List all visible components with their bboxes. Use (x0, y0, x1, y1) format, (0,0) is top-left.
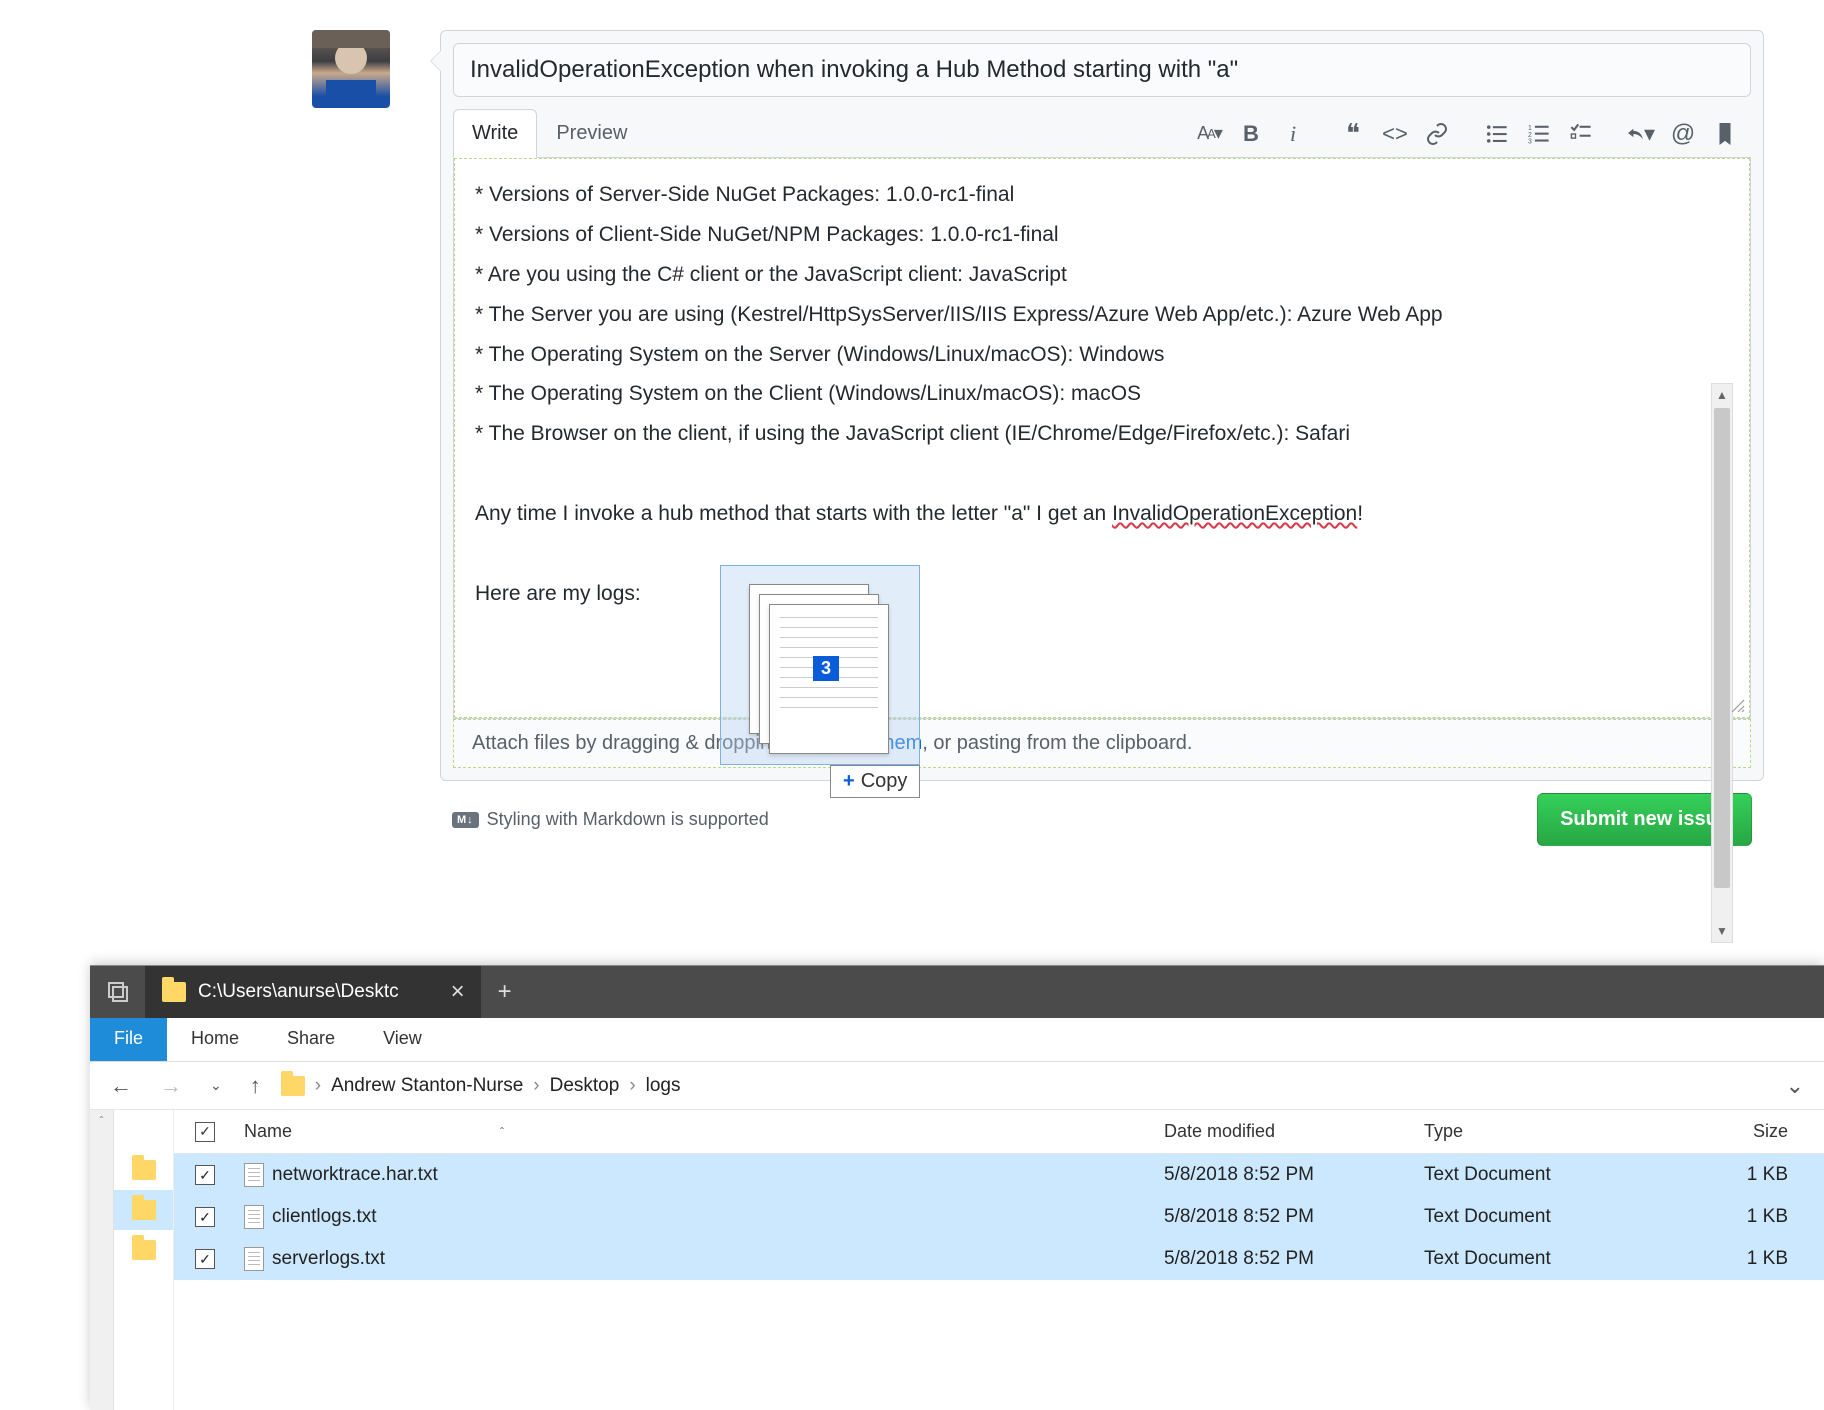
folder-icon (162, 982, 186, 1002)
italic-icon[interactable]: i (1279, 120, 1307, 148)
row-checkbox[interactable]: ✓ (195, 1165, 215, 1185)
text-document-icon (244, 1163, 264, 1187)
sort-ascending-icon: ˆ (500, 1125, 504, 1139)
column-header-type[interactable]: Type (1424, 1121, 1684, 1142)
breadcrumb-segment[interactable]: logs (646, 1075, 681, 1097)
address-bar[interactable]: › Andrew Stanton-Nurse › Desktop › logs (281, 1075, 681, 1097)
code-icon[interactable]: <> (1381, 120, 1409, 148)
svg-text:3: 3 (1528, 138, 1532, 144)
nav-forward-icon[interactable]: → (152, 1073, 190, 1099)
explorer-tab[interactable]: C:\Users\anurse\Desktc × (146, 966, 481, 1018)
file-row[interactable]: ✓ clientlogs.txt 5/8/2018 8:52 PM Text D… (174, 1196, 1824, 1238)
tree-item[interactable] (114, 1150, 173, 1190)
tab-write[interactable]: Write (453, 109, 537, 158)
explorer-multitask-icon[interactable] (90, 966, 146, 1018)
file-row[interactable]: ✓ networktrace.har.txt 5/8/2018 8:52 PM … (174, 1154, 1824, 1196)
chevron-right-icon[interactable]: › (315, 1075, 321, 1097)
github-issue-form: InvalidOperationException when invoking … (0, 0, 1824, 858)
breadcrumb-segment[interactable]: Andrew Stanton-Nurse (331, 1075, 523, 1097)
ordered-list-icon[interactable]: 123 (1525, 120, 1553, 148)
row-checkbox[interactable]: ✓ (195, 1207, 215, 1227)
resize-handle-icon[interactable] (1730, 698, 1746, 714)
select-files-link[interactable]: selecting them (793, 732, 922, 754)
quote-icon[interactable]: ❝ (1339, 120, 1367, 148)
file-row[interactable]: ✓ serverlogs.txt 5/8/2018 8:52 PM Text D… (174, 1238, 1824, 1280)
column-header-size[interactable]: Size (1684, 1121, 1824, 1142)
chevron-right-icon[interactable]: › (533, 1075, 539, 1097)
chevron-right-icon[interactable]: › (629, 1075, 635, 1097)
ribbon-view-tab[interactable]: View (359, 1018, 446, 1061)
file-explorer-window: C:\Users\anurse\Desktc × + File Home Sha… (90, 965, 1824, 1410)
tree-scrollbar[interactable]: ˆ (90, 1110, 114, 1410)
nav-back-icon[interactable]: ← (102, 1073, 140, 1099)
text-document-icon (244, 1205, 264, 1229)
spellcheck-underline: InvalidOperationException (1112, 502, 1357, 525)
column-header-name[interactable]: Nameˆ (236, 1121, 1164, 1142)
bookmark-icon[interactable] (1711, 120, 1739, 148)
vertical-scrollbar[interactable]: ▲▼ (1711, 383, 1733, 943)
select-all-checkbox[interactable]: ✓ (195, 1122, 215, 1142)
tree-item[interactable] (114, 1190, 173, 1230)
bold-icon[interactable]: B (1237, 120, 1265, 148)
issue-title-input[interactable]: InvalidOperationException when invoking … (453, 43, 1751, 97)
issue-body-textarea[interactable]: * Versions of Server-Side NuGet Packages… (454, 158, 1750, 718)
explorer-tree (114, 1110, 174, 1410)
mention-icon[interactable]: @ (1669, 120, 1697, 148)
tab-preview[interactable]: Preview (537, 109, 646, 158)
unordered-list-icon[interactable] (1483, 120, 1511, 148)
comment-box: InvalidOperationException when invoking … (440, 30, 1764, 781)
text-document-icon (244, 1247, 264, 1271)
add-tab-button[interactable]: + (481, 978, 529, 1006)
column-header-date[interactable]: Date modified (1164, 1121, 1424, 1142)
ribbon-home-tab[interactable]: Home (167, 1018, 263, 1061)
address-dropdown-icon[interactable]: ⌄ (1778, 1073, 1812, 1099)
ribbon-file-tab[interactable]: File (90, 1018, 167, 1061)
folder-icon (281, 1076, 305, 1096)
explorer-nav: ← → ⌄ ↑ › Andrew Stanton-Nurse › Desktop… (90, 1062, 1824, 1110)
link-icon[interactable] (1423, 120, 1451, 148)
editor-tabs: Write Preview AA▾ B i ❝ <> (441, 109, 1763, 158)
ribbon-share-tab[interactable]: Share (263, 1018, 359, 1061)
avatar (312, 30, 390, 108)
tree-item[interactable] (114, 1230, 173, 1270)
task-list-icon[interactable] (1567, 120, 1595, 148)
markdown-hint[interactable]: M↓ Styling with Markdown is supported (452, 809, 769, 830)
reply-icon[interactable]: ▾ (1627, 120, 1655, 148)
text-size-icon[interactable]: AA▾ (1195, 120, 1223, 148)
formatting-toolbar: AA▾ B i ❝ <> 123 (1195, 120, 1751, 148)
nav-up-icon[interactable]: ↑ (242, 1073, 269, 1099)
nav-history-dropdown-icon[interactable]: ⌄ (202, 1077, 230, 1094)
explorer-ribbon: File Home Share View (90, 1018, 1824, 1062)
attach-hint: Attach files by dragging & dropping, sel… (453, 719, 1751, 768)
row-checkbox[interactable]: ✓ (195, 1249, 215, 1269)
markdown-badge-icon: M↓ (452, 812, 479, 828)
explorer-column-headers: ✓ Nameˆ Date modified Type Size (174, 1110, 1824, 1154)
close-tab-icon[interactable]: × (451, 978, 465, 1006)
breadcrumb-segment[interactable]: Desktop (550, 1075, 620, 1097)
